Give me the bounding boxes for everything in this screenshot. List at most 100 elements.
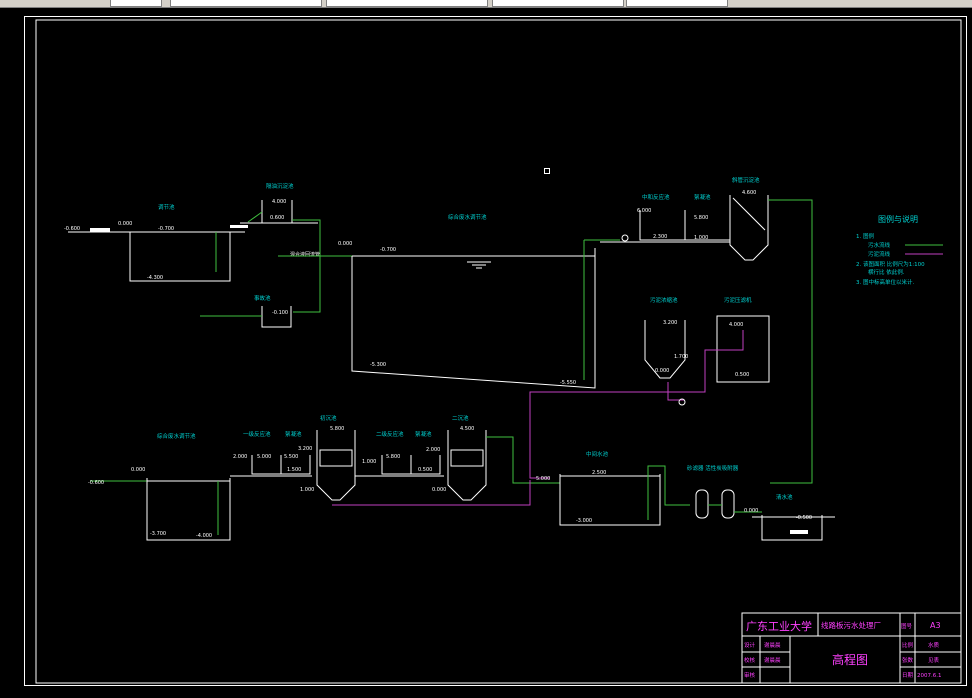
label-first-sed: 初沉池 [320,414,337,422]
elev-10: -5.300 [370,362,386,368]
tb-row-audit: 审核 [744,671,756,679]
label-first-floc: 絮凝池 [285,430,302,438]
tb-row-design: 设计 [744,641,756,649]
elev-25: -4.000 [196,533,212,539]
label-first-react: 一级反应池 [243,430,271,438]
inner-frame [35,19,962,684]
elev-22: -0.600 [88,480,104,486]
label-filters: 砂滤器 活性炭吸附器 [687,464,739,472]
legend-item1: 1. 图例 [856,232,874,240]
tb-field-b: 张数 [902,656,914,664]
elev-9: -0.700 [380,247,396,253]
sludge-bottom-line [332,480,531,506]
second-sed-tank [447,430,487,501]
elev-20: 4.000 [729,322,743,328]
label-mid-pool: 中间水池 [586,450,609,458]
label-dosing: 污泥浓缩池 [650,296,678,304]
elev-7: -0.100 [272,310,288,316]
pump-base-1 [230,225,248,228]
pump-2 [621,234,629,242]
screen-symbol [90,228,110,232]
clear-water-pool [761,515,823,541]
tb-date: 2007.6.1 [917,673,942,679]
elev-1: 0.000 [118,221,132,227]
tb-size-label: 图号 [901,622,913,630]
elev-37: 2.000 [426,447,440,453]
legend-sludge: 污泥流线 [868,250,891,258]
elev-4: 4.000 [272,199,286,205]
tb-field-a: 比例 [902,641,914,649]
elev-29: 1.500 [287,467,301,473]
elev-0: -0.600 [64,226,80,232]
pipe-pool2-out [292,219,321,313]
label-second-floc: 絮凝池 [415,430,432,438]
label-second-sed: 二沉池 [452,414,469,422]
label-sediment: 中和反应池 [642,193,670,201]
first-sed-tank [316,430,356,501]
clear-pool-outlet [790,530,808,534]
title-block: 广东工业大学 线路板污水处理厂 图号 A3 高程图 设计 校核 审核 谢晨晨 谢… [741,612,962,684]
label-clear-pool: 清水池 [776,493,793,501]
label-low-tank: 综合废水调节池 [157,432,196,440]
pipe-to-pool2 [247,211,263,223]
elev-30: 5.800 [330,426,344,432]
elev-2: -0.700 [158,226,174,232]
elev-28: 5.500 [284,454,298,460]
middle-pool [559,474,661,526]
elev-31: 3.200 [298,446,312,452]
legend-title: 图例与说明 [878,214,918,224]
elev-15: 1.000 [694,235,708,241]
label-second-react: 二级反应池 [376,430,404,438]
second-sed-packing [450,449,484,467]
legend-item2b: 横行比 依此例. [868,268,905,276]
elev-19: 0.000 [655,368,669,374]
pipe-settler-to-mid [768,199,813,484]
elev-35: 0.500 [418,467,432,473]
pipe-to-filters [647,465,690,520]
sludge-return-line [529,391,670,479]
elev-39: 5.000 [536,476,550,482]
elev-27: 5.000 [257,454,271,460]
elevation-diagram[interactable]: -0.600 0.000 调节池 -0.700 -4.300 隔油沉淀池 4.0… [0,0,972,698]
elev-16: 4.600 [742,190,756,196]
tb-size: A3 [930,621,941,630]
elev-21: 0.500 [735,372,749,378]
label-ctrl-well: 事故池 [254,294,271,302]
tb-person1: 谢晨晨 [764,641,781,649]
elev-23: 0.000 [131,467,145,473]
legend-item2: 2. 该图面积 比例尺为1:100 [856,260,925,268]
label-main-pool: 综合废水调节池 [448,213,487,221]
elev-11: -5.550 [560,380,576,386]
tb-project: 线路板污水处理厂 [821,620,881,630]
elev-18: 1.700 [674,354,688,360]
tb-school: 广东工业大学 [746,619,812,633]
elev-42: 0.000 [744,508,758,514]
sludge-thick-out [667,382,684,401]
elev-41: -3.000 [576,518,592,524]
sand-filter [695,489,709,519]
first-sed-packing [319,449,353,467]
elev-43: -0.500 [796,515,812,521]
elev-14: 5.800 [694,215,708,221]
settler-hatch [732,197,766,231]
tb-val-b: 见表 [928,656,940,664]
label-sludge-dryer: 斜管沉淀池 [732,176,760,184]
main-regulating-tank [351,248,596,389]
elev-12: 6.000 [637,208,651,214]
elev-33: 1.000 [362,459,376,465]
tb-field-c: 日期 [902,672,914,679]
legend-item3: 3. 图中标高单位以米计. [856,278,914,286]
elev-38: 0.000 [432,487,446,493]
elev-36: 4.500 [460,426,474,432]
tb-row-check: 校核 [744,656,756,664]
carbon-filter [721,489,735,519]
elev-5: 0.600 [270,215,284,221]
elev-3: -4.300 [147,275,163,281]
legend-sewage: 污水流线 [868,241,891,249]
elev-6: 混合液回流管 [290,251,320,258]
regulating-pool [129,232,231,282]
tb-person2: 谢晨晨 [764,656,781,664]
tb-val-a: 水质 [928,641,940,649]
sludge-press-line [670,330,744,393]
elev-8: 0.000 [338,241,352,247]
